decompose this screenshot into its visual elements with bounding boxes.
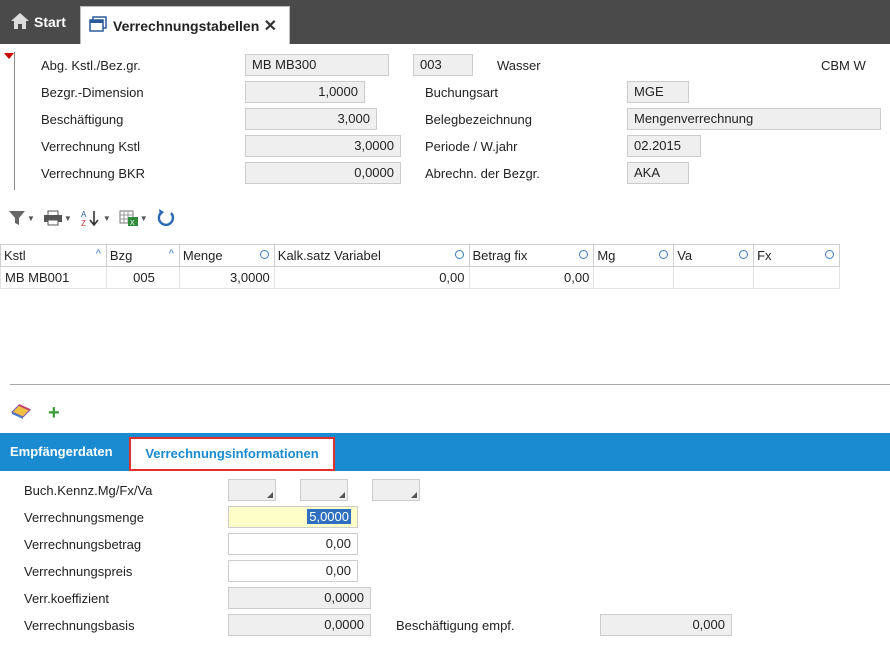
col-mg[interactable]: Mg — [593, 244, 675, 267]
belegbez-label: Belegbezeichnung — [425, 112, 532, 127]
abg-field: MB MB300 — [245, 54, 389, 76]
cell-kstl: MB MB001 — [0, 266, 107, 289]
tab-start-label: Start — [34, 14, 66, 30]
buch-kennz-va-select[interactable] — [372, 479, 420, 501]
sort-asc-icon: ^ — [168, 248, 174, 260]
top-bar: Start Verrechnungstabellen ✕ — [0, 0, 890, 44]
col-menge[interactable]: Menge — [178, 244, 275, 267]
tab-verrechnungsinformationen[interactable]: Verrechnungsinformationen — [129, 437, 335, 471]
verrechnungsbasis-field: 0,0000 — [228, 614, 371, 636]
code-field: 003 — [413, 54, 473, 76]
svg-text:X: X — [130, 220, 135, 226]
table-header-row: Kstl ^ Bzg ^ Menge Kalk.satz Variabel Betr… — [0, 244, 840, 267]
tab-start[interactable]: Start — [0, 0, 76, 44]
abg-label: Abg. Kstl./Bez.gr. — [41, 58, 141, 73]
cell-fx — [753, 266, 840, 289]
column-menu-icon — [579, 250, 589, 259]
verr-bkr-field: 0,0000 — [245, 162, 401, 184]
eraser-icon[interactable] — [10, 402, 32, 423]
beschaeftigung-empf-label: Beschäftigung empf. — [396, 618, 515, 633]
tab-active-label: Verrechnungstabellen — [113, 17, 260, 34]
verr-bkr-label: Verrechnung BKR — [41, 166, 146, 181]
column-menu-icon — [454, 250, 464, 259]
cell-bzg: 005 — [105, 266, 180, 289]
beschaeftigung-field: 3,000 — [245, 108, 377, 130]
buchungsart-label: Buchungsart — [425, 85, 498, 100]
verrechnungsbetrag-label: Verrechnungsbetrag — [24, 537, 142, 552]
bezgr-dim-label: Bezgr.-Dimension — [41, 85, 144, 100]
add-icon[interactable]: + — [48, 403, 60, 423]
column-menu-icon — [259, 250, 269, 259]
verrechnungspreis-input[interactable]: 0,00 — [228, 560, 358, 582]
close-icon[interactable]: ✕ — [264, 16, 277, 36]
buch-kennz-mg-select[interactable] — [228, 479, 276, 501]
col-va[interactable]: Va — [673, 244, 755, 267]
table-row[interactable]: MB MB001 005 3,0000 0,00 0,00 — [0, 266, 840, 289]
cell-betrag: 0,00 — [468, 266, 595, 289]
beschaeftigung-label: Beschäftigung — [41, 112, 124, 127]
sort-az-icon[interactable]: A Z ▼ — [80, 206, 111, 230]
buchungsart-field: MGE — [627, 81, 689, 103]
verr-koeffizient-label: Verr.koeffizient — [24, 591, 110, 606]
belegbez-field: Mengenverrechnung — [627, 108, 881, 130]
cell-kalk: 0,00 — [273, 266, 470, 289]
refresh-icon[interactable] — [156, 206, 176, 230]
unit-label: CBM W — [821, 58, 866, 73]
periode-field: 02.2015 — [627, 135, 701, 157]
code-description: Wasser — [497, 58, 541, 73]
beschaeftigung-empf-field: 0,000 — [600, 614, 732, 636]
buch-kennz-label: Buch.Kennz.Mg/Fx/Va — [24, 483, 153, 498]
column-menu-icon — [659, 250, 669, 259]
filter-icon[interactable]: ▼ — [8, 206, 35, 230]
bezgr-dim-field: 1,0000 — [245, 81, 365, 103]
verrechnung-table: Kstl ^ Bzg ^ Menge Kalk.satz Variabel Betr… — [0, 244, 840, 289]
col-kstl[interactable]: Kstl ^ — [0, 244, 107, 267]
tab-empfaengerdaten[interactable]: Empfängerdaten — [10, 433, 113, 471]
verrechnungsmenge-label: Verrechnungsmenge — [24, 510, 144, 525]
column-menu-icon — [739, 250, 749, 259]
abrechn-label: Abrechn. der Bezgr. — [425, 166, 540, 181]
col-betrag-fix[interactable]: Betrag fix — [468, 244, 595, 267]
verr-kstl-label: Verrechnung Kstl — [41, 139, 141, 154]
col-fx[interactable]: Fx — [753, 244, 840, 267]
col-kalk[interactable]: Kalk.satz Variabel — [273, 244, 470, 267]
column-menu-icon — [825, 250, 834, 259]
cell-va — [673, 266, 755, 289]
cell-menge: 3,0000 — [178, 266, 275, 289]
detail-tab-bar: Empfängerdaten Verrechnungsinformationen — [0, 433, 890, 471]
verr-kstl-field: 3,0000 — [245, 135, 401, 157]
grid-toolbar: ▼ ▼ A Z ▼ X ▼ — [8, 206, 176, 230]
divider — [14, 52, 15, 190]
periode-label: Periode / W.jahr — [425, 139, 518, 154]
divider — [10, 384, 890, 385]
cell-mg — [593, 266, 675, 289]
collapse-icon[interactable] — [4, 53, 14, 59]
svg-text:Z: Z — [81, 219, 86, 227]
svg-text:A: A — [81, 210, 87, 219]
buch-kennz-fx-select[interactable] — [300, 479, 348, 501]
verr-koeffizient-field: 0,0000 — [228, 587, 371, 609]
abrechn-field: AKA — [627, 162, 689, 184]
row-actions: + — [10, 402, 60, 423]
verrechnungsmenge-input[interactable]: 5,0000 — [228, 506, 358, 528]
tab-verrechnungstabellen[interactable]: Verrechnungstabellen ✕ — [80, 6, 290, 44]
home-icon — [10, 12, 30, 33]
window-icon — [89, 16, 107, 35]
excel-export-icon[interactable]: X ▼ — [119, 206, 148, 230]
col-bzg[interactable]: Bzg ^ — [105, 244, 180, 267]
print-icon[interactable]: ▼ — [43, 206, 72, 230]
verrechnungsbetrag-input[interactable]: 0,00 — [228, 533, 358, 555]
sort-asc-icon: ^ — [95, 248, 101, 260]
verrechnungsbasis-label: Verrechnungsbasis — [24, 618, 135, 633]
verrechnungspreis-label: Verrechnungspreis — [24, 564, 133, 579]
